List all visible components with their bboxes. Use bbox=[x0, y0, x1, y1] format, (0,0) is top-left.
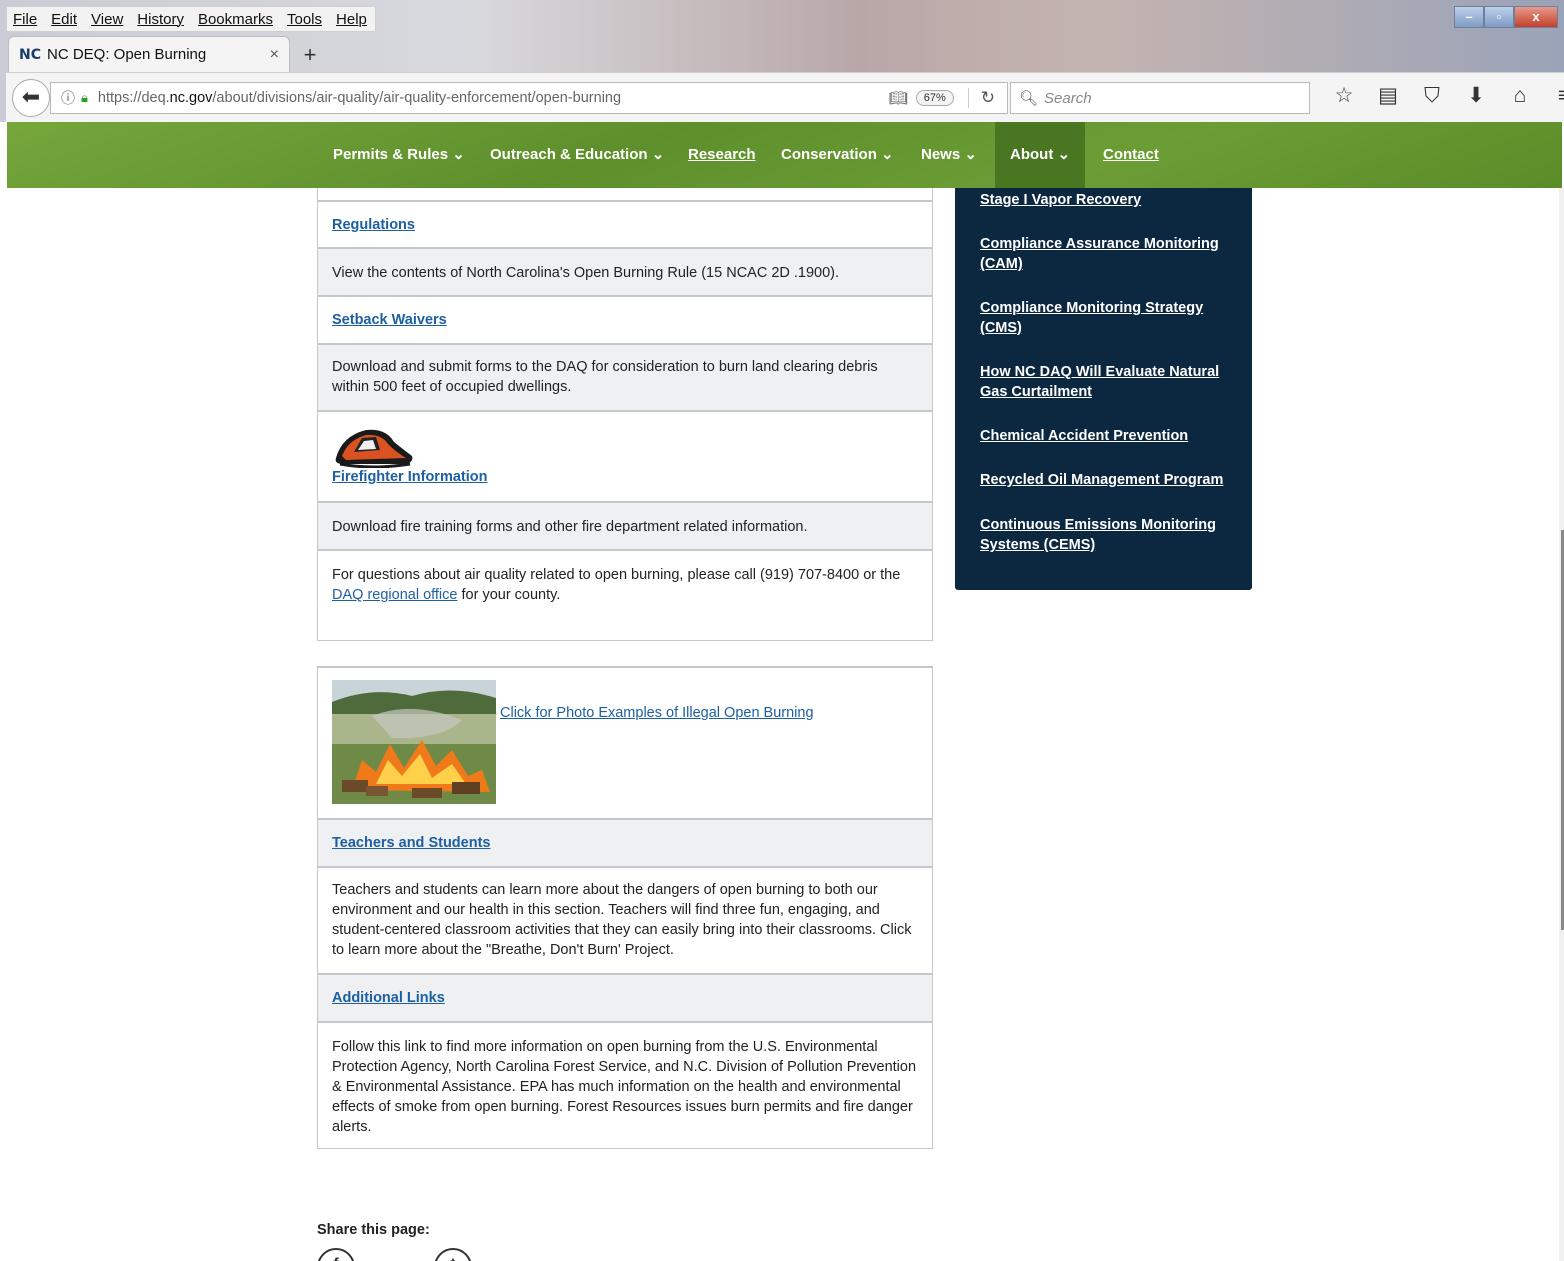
url-path: /about/divisions/air-quality/air-quality… bbox=[212, 90, 622, 106]
share-label: Share this page: bbox=[317, 1222, 430, 1238]
nav-about[interactable]: About ⌄ bbox=[995, 122, 1086, 188]
search-icon: 🔍︎ bbox=[1019, 90, 1039, 107]
url-domain: nc.gov bbox=[169, 90, 213, 106]
nav-news[interactable]: News ⌄ bbox=[921, 122, 977, 188]
sidebar-link-stage-i-vapor-recovery[interactable]: Stage I Vapor Recovery bbox=[980, 190, 1230, 210]
menu-edit[interactable]: Edit bbox=[51, 11, 77, 28]
regulations-link[interactable]: Regulations bbox=[332, 217, 415, 233]
questions-row: For questions about air quality related … bbox=[318, 549, 932, 640]
regulations-description: View the contents of North Carolina's Op… bbox=[318, 247, 932, 295]
url-prefix: https://deq. bbox=[97, 90, 170, 106]
sidebar-link-cems[interactable]: Continuous Emissions Monitoring Systems … bbox=[980, 515, 1230, 555]
bookmark-star-icon[interactable]: ☆ bbox=[1322, 83, 1366, 108]
menu-history[interactable]: History bbox=[137, 11, 184, 28]
lock-icon: 🔒︎ bbox=[81, 90, 88, 105]
home-icon[interactable]: ⌂ bbox=[1498, 84, 1542, 108]
sidebar-link-chemical-accident[interactable]: Chemical Accident Prevention bbox=[980, 426, 1230, 446]
twitter-share-icon[interactable]: t bbox=[434, 1248, 472, 1261]
menu-view[interactable]: View bbox=[91, 11, 123, 28]
photo-examples-link[interactable]: Click for Photo Examples of Illegal Open… bbox=[500, 705, 814, 721]
photo-link-wrapper: Click for Photo Examples of Illegal Open… bbox=[496, 680, 814, 818]
url-bar[interactable]: ⓘ 🔒︎ https://deq.nc.gov/about/divisions/… bbox=[50, 82, 1008, 114]
search-input[interactable]: 🔍︎ Search bbox=[1010, 82, 1310, 114]
menu-tools[interactable]: Tools bbox=[287, 11, 322, 28]
nav-research[interactable]: Research bbox=[688, 122, 756, 188]
url-text[interactable]: https://deq.nc.gov/about/divisions/air-q… bbox=[98, 90, 889, 106]
menu-bookmarks[interactable]: Bookmarks bbox=[198, 11, 273, 28]
nav-outreach-education[interactable]: Outreach & Education ⌄ bbox=[490, 122, 664, 188]
photo-examples-panel: Click for Photo Examples of Illegal Open… bbox=[317, 666, 933, 1149]
menu-help[interactable]: Help bbox=[336, 11, 367, 28]
firefighter-helmet-icon bbox=[335, 429, 413, 468]
back-button[interactable]: ⬅ bbox=[12, 79, 50, 117]
pocket-icon[interactable]: ⛉ bbox=[1410, 84, 1454, 108]
sidebar-link-cam[interactable]: Compliance Assurance Monitoring (CAM) bbox=[980, 234, 1230, 274]
firefighter-description: Download fire training forms and other f… bbox=[318, 501, 932, 549]
nc-favicon-icon: NC bbox=[19, 46, 41, 63]
additional-links-text: Follow this link to find more informatio… bbox=[332, 1039, 917, 1135]
setback-waivers-link[interactable]: Setback Waivers bbox=[332, 312, 447, 328]
additional-links-link[interactable]: Additional Links bbox=[332, 990, 445, 1006]
new-tab-button[interactable]: + bbox=[298, 42, 322, 68]
questions-text: For questions about air quality related … bbox=[332, 565, 918, 605]
site-info-icon[interactable]: ⓘ bbox=[61, 88, 75, 108]
additional-links-row: Additional Links bbox=[318, 973, 932, 1021]
tab-strip: NC NC DEQ: Open Burning × + bbox=[6, 36, 1564, 72]
menu-file[interactable]: File bbox=[13, 11, 37, 28]
reader-view-icon[interactable]: 📖︎ bbox=[889, 89, 908, 107]
maximize-button[interactable]: ▫ bbox=[1484, 6, 1514, 28]
menu-bar: File Edit View History Bookmarks Tools H… bbox=[6, 6, 376, 32]
tab-title: NC DEQ: Open Burning bbox=[47, 46, 207, 63]
questions-text-before: For questions about air quality related … bbox=[332, 567, 901, 583]
teachers-description: Teachers and students can learn more abo… bbox=[318, 866, 932, 973]
toolbar-icons: ☆ ▤ ⛉ ⬇ ⌂ ≡ bbox=[1322, 83, 1564, 108]
zoom-level-badge[interactable]: 67% bbox=[915, 90, 954, 106]
panel-top-spacer bbox=[318, 188, 932, 200]
teachers-row: Teachers and Students bbox=[318, 818, 932, 866]
regulations-row: Regulations bbox=[318, 200, 932, 247]
reload-icon[interactable]: ↻ bbox=[967, 88, 1007, 108]
sidebar-related-links: Stage I Vapor Recovery Compliance Assura… bbox=[955, 188, 1252, 590]
hamburger-menu-icon[interactable]: ≡ bbox=[1542, 84, 1564, 108]
setback-text: Download and submit forms to the DAQ for… bbox=[332, 359, 878, 395]
nav-conservation[interactable]: Conservation ⌄ bbox=[781, 122, 894, 188]
browser-chrome: File Edit View History Bookmarks Tools H… bbox=[0, 0, 1564, 122]
setback-row: Setback Waivers bbox=[318, 295, 932, 343]
sidebar-link-cms[interactable]: Compliance Monitoring Strategy (CMS) bbox=[980, 298, 1230, 338]
minimize-button[interactable]: – bbox=[1454, 6, 1484, 28]
firefighter-text: Download fire training forms and other f… bbox=[332, 519, 808, 535]
open-burning-panel: Regulations View the contents of North C… bbox=[317, 188, 933, 641]
photo-row: Click for Photo Examples of Illegal Open… bbox=[318, 668, 932, 818]
download-icon[interactable]: ⬇ bbox=[1454, 83, 1498, 108]
regulations-text: View the contents of North Carolina's Op… bbox=[332, 265, 840, 281]
additional-links-description: Follow this link to find more informatio… bbox=[318, 1021, 932, 1148]
sidebar-link-gas-curtailment[interactable]: How NC DAQ Will Evaluate Natural Gas Cur… bbox=[980, 362, 1230, 402]
facebook-share-icon[interactable]: f bbox=[317, 1248, 355, 1261]
site-navigation: Permits & Rules ⌄ Outreach & Education ⌄… bbox=[7, 122, 1562, 188]
firefighter-row: Firefighter Information bbox=[318, 410, 932, 501]
nav-contact[interactable]: Contact bbox=[1103, 122, 1159, 188]
tab-open-burning[interactable]: NC NC DEQ: Open Burning × bbox=[8, 36, 290, 72]
window-controls: – ▫ x bbox=[1454, 6, 1558, 28]
teachers-and-students-link[interactable]: Teachers and Students bbox=[332, 835, 490, 851]
sidebar-link-recycled-oil[interactable]: Recycled Oil Management Program bbox=[980, 470, 1230, 490]
illegal-burning-photo[interactable] bbox=[332, 680, 496, 804]
navigation-toolbar: ⬅ ⓘ 🔒︎ https://deq.nc.gov/about/division… bbox=[6, 72, 1564, 122]
search-placeholder: Search bbox=[1044, 89, 1092, 107]
nav-permits-rules[interactable]: Permits & Rules ⌄ bbox=[333, 122, 465, 188]
firefighter-information-link[interactable]: Firefighter Information bbox=[332, 469, 487, 485]
close-window-button[interactable]: x bbox=[1514, 6, 1558, 28]
daq-regional-office-link[interactable]: DAQ regional office bbox=[332, 587, 457, 603]
tab-close-icon[interactable]: × bbox=[270, 46, 279, 64]
bookmarks-library-icon[interactable]: ▤ bbox=[1366, 83, 1410, 108]
setback-description: Download and submit forms to the DAQ for… bbox=[318, 343, 932, 410]
main-content: Regulations View the contents of North C… bbox=[317, 188, 933, 1149]
teachers-text: Teachers and students can learn more abo… bbox=[332, 882, 912, 958]
questions-text-after: for your county. bbox=[457, 587, 561, 603]
back-arrow-icon: ⬅ bbox=[21, 84, 41, 109]
